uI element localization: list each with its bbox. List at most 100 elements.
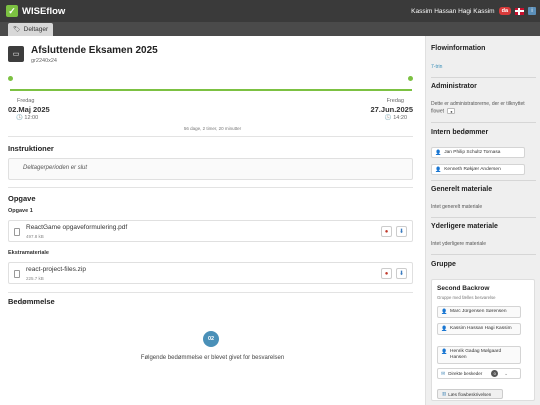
grading-heading: Bedømmelse: [8, 297, 55, 306]
internal-assessor-chip[interactable]: 👤 Kenneth Røkjær Andersen: [431, 164, 525, 175]
language-badge[interactable]: da: [498, 7, 511, 15]
person-icon: 👤: [441, 309, 448, 315]
start-date: 02.Maj 2025: [8, 105, 50, 114]
eye-icon: ●: [384, 270, 389, 277]
download-icon: ⬇: [398, 271, 405, 277]
view-file-button[interactable]: ●: [381, 226, 392, 237]
end-time: 14:20: [393, 115, 407, 121]
extra-material-heading: Ekstramateriale: [8, 250, 49, 256]
end-date-block: Fredag 27.Jun.2025 🕒 14:20: [370, 98, 413, 121]
grading-text: Følgende bedømmelse er blevet givet for …: [140, 355, 285, 361]
end-date: 27.Jun.2025: [370, 105, 413, 114]
read-flow-description-button[interactable]: ▥ Læs flowbeskrivelsen: [437, 389, 503, 399]
person-icon: 👤: [441, 349, 448, 355]
top-bar: ✓ WISEflow Kassim Hassan Hagi Kassim da …: [0, 0, 540, 22]
assignment-heading: Opgave: [8, 194, 36, 203]
instructions-text: Deltagerperioden er slut: [23, 165, 88, 171]
grade-badge: 02: [203, 331, 219, 347]
show-admins-button[interactable]: ●: [447, 108, 456, 114]
timeline-end-dot: [408, 76, 413, 81]
divider: [431, 122, 536, 123]
direct-messages-row[interactable]: ✉ Direkte beskeder 0 ⌄: [437, 368, 521, 379]
group-title: Gruppe: [431, 261, 456, 268]
app-name[interactable]: WISEflow: [22, 6, 65, 17]
exam-code: gr2240x24: [31, 58, 57, 64]
divider: [431, 254, 536, 255]
divider: [431, 217, 536, 218]
flow-info-title: Flowinformation: [431, 45, 486, 52]
wiseflow-logo-icon[interactable]: ✓: [6, 5, 18, 17]
direct-messages-label: Direkte beskeder: [448, 371, 483, 376]
group-name: Second Backrow: [437, 285, 490, 292]
flow-button-label: Læs flowbeskrivelsen: [448, 391, 492, 397]
start-time: 12:00: [24, 115, 39, 121]
internal-assessor-chip[interactable]: 👤 Jan Philip Schultz Tornasa: [431, 147, 525, 158]
group-subtitle: Gruppe med fælles besvarelse: [437, 295, 496, 300]
general-material-title: Generelt materiale: [431, 186, 493, 193]
group-card: Second Backrow Gruppe med fælles besvare…: [431, 279, 535, 401]
clock-icon: 🕒: [16, 115, 23, 121]
download-icon: ⬇: [398, 229, 405, 235]
start-date-block: Fredag 02.Maj 2025 🕒 12:00: [8, 98, 50, 121]
member-name: Kassim Hassan Hagi Kassim: [450, 326, 512, 331]
assignment-file-row[interactable]: ReactGame opgaveformulering.pdf 497.8 kB…: [8, 220, 413, 242]
divider: [8, 136, 413, 137]
chevron-down-icon[interactable]: ⌄: [504, 371, 508, 377]
group-member-chip[interactable]: 👤 Kassim Hassan Hagi Kassim: [437, 323, 521, 335]
file-icon: [14, 270, 20, 278]
divider: [8, 187, 413, 188]
extra-file-row[interactable]: react-project-files.zip 225.7 kB ● ⬇: [8, 262, 413, 284]
person-name: Jan Philip Schultz Tornasa: [444, 150, 501, 155]
right-sidebar: Flowinformation 7-trin Administrator Det…: [425, 36, 540, 405]
end-weekday: Fredag: [386, 98, 404, 104]
person-icon: 👤: [435, 166, 442, 173]
divider: [431, 77, 536, 78]
message-icon: ✉: [441, 370, 446, 377]
file-size: 225.7 kB: [26, 276, 44, 281]
end-time-row: 🕒 14:20: [370, 115, 413, 121]
view-file-button[interactable]: ●: [381, 268, 392, 279]
person-icon: 👤: [441, 326, 448, 332]
info-icon[interactable]: i: [528, 7, 536, 15]
download-file-button[interactable]: ⬇: [396, 268, 407, 279]
further-material-text: Intet yderligere materiale: [431, 241, 487, 247]
tab-bar: 🏷 Deltager: [0, 22, 540, 36]
duration-text: 56 dage, 2 timer, 20 minutter: [183, 126, 242, 131]
exam-icon: ▭: [8, 46, 24, 62]
general-material-text: Intet generelt materiale: [431, 204, 483, 210]
group-member-chip[interactable]: 👤 Marc Jürgensen Sørensen: [437, 306, 521, 318]
exam-title: Afsluttende Eksamen 2025: [31, 45, 158, 56]
admin-text: Dette er administratorerne, der er tilkn…: [431, 101, 525, 115]
eye-icon: ●: [450, 109, 453, 114]
user-name[interactable]: Kassim Hassan Hagi Kassim: [411, 8, 494, 15]
top-right-area: Kassim Hassan Hagi Kassim da i: [411, 0, 536, 22]
start-weekday: Fredag: [17, 98, 35, 104]
clock-icon: 🕒: [384, 115, 392, 121]
instructions-box: Deltagerperioden er slut: [8, 158, 413, 180]
danish-flag-icon[interactable]: [515, 7, 524, 15]
flow-info-value[interactable]: 7-trin: [431, 64, 442, 70]
divider: [431, 180, 536, 181]
file-icon: [14, 228, 20, 236]
file-size: 497.8 kB: [26, 234, 44, 239]
tag-icon: 🏷: [13, 27, 21, 33]
admin-title: Administrator: [431, 83, 477, 90]
member-name: Marc Jürgensen Sørensen: [450, 309, 507, 314]
message-count-badge: 0: [491, 370, 499, 377]
member-name: Henrik Gadag Mølgaard Hansen: [450, 349, 502, 360]
instructions-heading: Instruktioner: [8, 144, 54, 153]
file-name[interactable]: ReactGame opgaveformulering.pdf: [26, 224, 127, 231]
person-icon: 👤: [435, 149, 442, 156]
group-member-chip[interactable]: 👤 Henrik Gadag Mølgaard Hansen: [437, 346, 521, 364]
assignment-subheading: Opgave 1: [8, 208, 33, 214]
timeline-bar: [10, 89, 412, 91]
file-name[interactable]: react-project-files.zip: [26, 266, 86, 273]
chart-icon: ▥: [442, 391, 447, 396]
eye-icon: ●: [384, 228, 389, 235]
download-file-button[interactable]: ⬇: [396, 226, 407, 237]
divider: [8, 292, 413, 293]
person-name: Kenneth Røkjær Andersen: [444, 167, 501, 172]
timeline-start-dot: [8, 76, 13, 81]
tab-deltager[interactable]: 🏷 Deltager: [8, 23, 54, 36]
internal-assessor-title: Intern bedømmer: [431, 129, 489, 136]
